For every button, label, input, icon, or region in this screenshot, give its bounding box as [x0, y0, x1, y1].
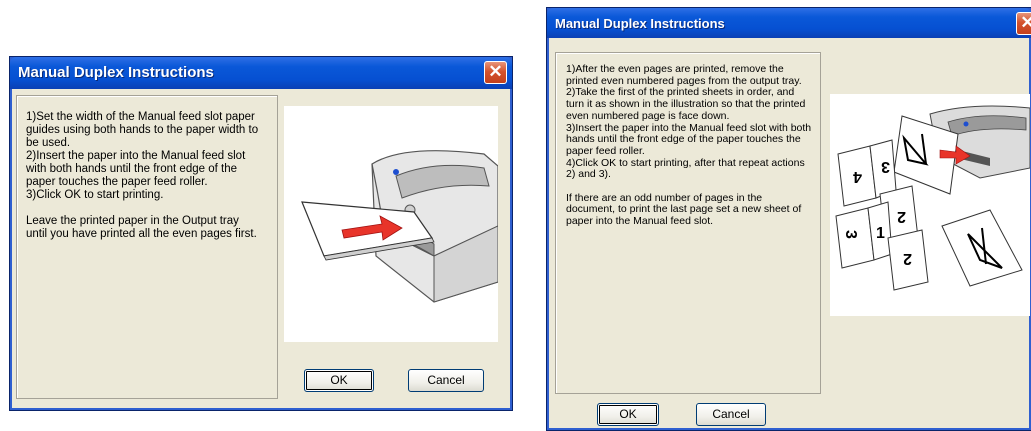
close-icon: ✕ [1020, 13, 1031, 32]
close-button[interactable]: ✕ [484, 61, 507, 84]
dialog-title: Manual Duplex Instructions [555, 16, 725, 31]
svg-text:3: 3 [842, 230, 859, 239]
title-bar[interactable]: Manual Duplex Instructions ✕ [10, 57, 512, 89]
svg-text:1: 1 [876, 225, 885, 242]
title-bar[interactable]: Manual Duplex Instructions ✕ [547, 8, 1031, 38]
instructions-text: 1)Set the width of the Manual feed slot … [26, 111, 259, 240]
cancel-button[interactable]: Cancel [408, 369, 484, 392]
close-icon: ✕ [488, 62, 503, 81]
svg-text:3: 3 [881, 158, 890, 175]
manual-duplex-dialog-1: Manual Duplex Instructions ✕ 1)Set the w… [9, 56, 513, 411]
pages-icon: 4 3 2 3 1 2 [835, 105, 1031, 291]
svg-text:4: 4 [853, 168, 862, 185]
svg-text:2: 2 [903, 250, 912, 267]
printer-icon [301, 150, 499, 303]
cancel-button[interactable]: Cancel [696, 403, 766, 426]
dialog-title: Manual Duplex Instructions [18, 64, 214, 81]
instructions-text: 1)After the even pages are printed, remo… [566, 63, 812, 228]
printer-illustration [284, 106, 499, 342]
ok-button[interactable]: OK [304, 369, 374, 392]
close-button[interactable]: ✕ [1016, 12, 1031, 35]
ok-button[interactable]: OK [597, 403, 659, 426]
page-flip-illustration: 4 3 2 3 1 2 [830, 94, 1031, 316]
manual-duplex-dialog-2: Manual Duplex Instructions ✕ 1)After the… [546, 7, 1031, 431]
svg-text:2: 2 [897, 208, 906, 225]
